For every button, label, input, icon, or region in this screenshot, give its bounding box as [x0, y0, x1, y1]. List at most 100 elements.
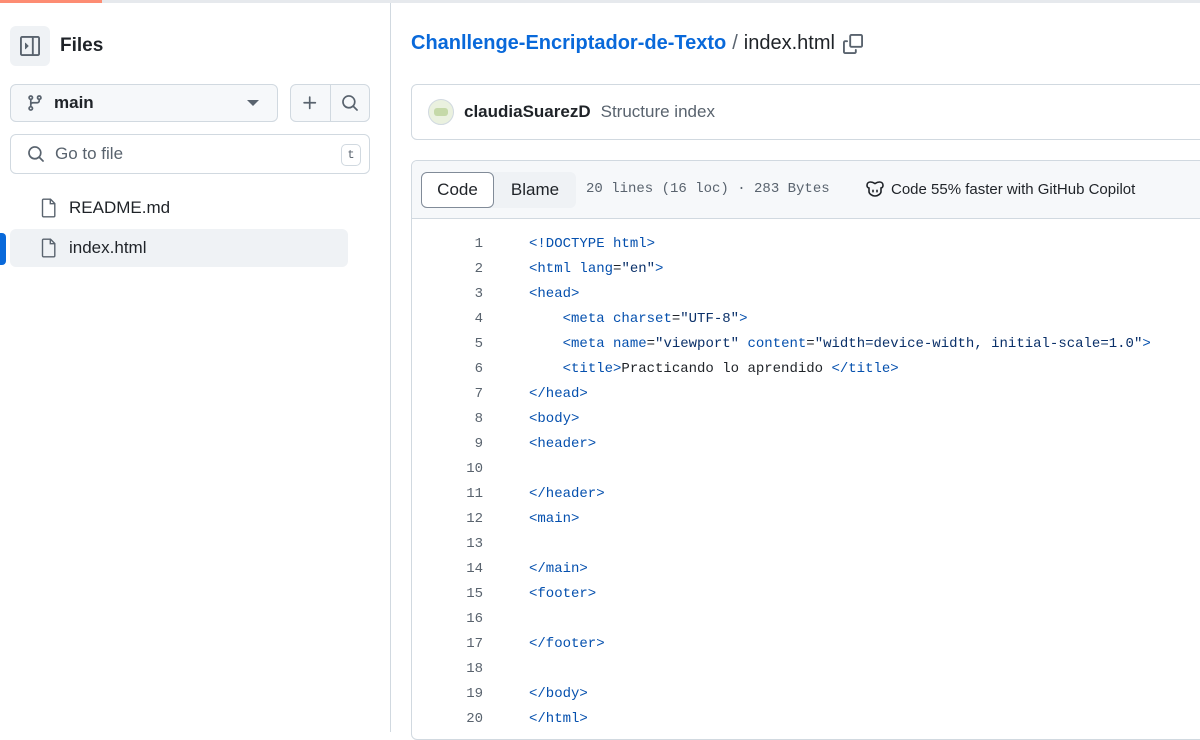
search-icon	[341, 95, 358, 111]
line-number[interactable]: 19	[412, 686, 483, 702]
tree-item-label: README.md	[69, 198, 171, 217]
line-content: <meta name="viewport" content="width=dev…	[562, 335, 1151, 352]
line-number[interactable]: 5	[412, 336, 483, 352]
caret-down-icon	[247, 100, 259, 106]
file-tree-sidebar: Files main t README.md	[0, 3, 391, 732]
line-content: <footer>	[529, 585, 597, 602]
tree-item-index-html[interactable]: index.html	[10, 229, 348, 267]
branch-selector[interactable]: main	[10, 84, 278, 122]
code-line: 12 <main>	[412, 506, 1200, 531]
line-content: </html>	[529, 710, 588, 727]
code-line: 16	[412, 606, 1200, 631]
code-line: 2 <html lang="en">	[412, 256, 1200, 281]
breadcrumb: Chanllenge-Encriptador-de-Texto / index.…	[411, 32, 863, 55]
line-content: <head>	[529, 285, 580, 302]
code-line: 8 <body>	[412, 406, 1200, 431]
line-number[interactable]: 12	[412, 511, 483, 527]
line-content: <title>Practicando lo aprendido </title>	[562, 360, 899, 377]
code-line: 9 <header>	[412, 431, 1200, 456]
line-number[interactable]: 9	[412, 436, 483, 452]
tab-code[interactable]: Code	[421, 172, 494, 208]
avatar[interactable]	[428, 99, 454, 125]
code-line: 10	[412, 456, 1200, 481]
sidebar-collapse-icon	[20, 36, 40, 56]
file-meta: 20 lines (16 loc) · 283 Bytes	[586, 181, 830, 197]
line-content: </header>	[529, 485, 605, 502]
shortcut-hint: t	[341, 144, 361, 166]
code-line: 14 </main>	[412, 556, 1200, 581]
code-line: 11 </header>	[412, 481, 1200, 506]
collapse-sidebar-button[interactable]	[10, 26, 50, 66]
code-line: 4 <meta charset="UTF-8">	[412, 306, 1200, 331]
line-content: <main>	[529, 510, 580, 527]
search-icon	[28, 146, 44, 162]
line-number[interactable]: 17	[412, 636, 483, 652]
breadcrumb-file: index.html	[743, 32, 835, 54]
line-number[interactable]: 18	[412, 661, 483, 677]
plus-icon	[303, 96, 317, 110]
line-content: <header>	[529, 435, 597, 452]
breadcrumb-separator: /	[732, 32, 738, 54]
code-line: 17 </footer>	[412, 631, 1200, 656]
line-number[interactable]: 15	[412, 586, 483, 602]
code-line: 15 <footer>	[412, 581, 1200, 606]
commit-author[interactable]: claudiaSuarezD	[464, 102, 591, 122]
file-viewer: Code Blame 20 lines (16 loc) · 283 Bytes…	[411, 160, 1200, 740]
code-line: 18	[412, 656, 1200, 681]
line-content: </main>	[529, 560, 588, 577]
line-number[interactable]: 20	[412, 711, 483, 727]
code-line: 3 <head>	[412, 281, 1200, 306]
files-title: Files	[60, 35, 104, 56]
copilot-icon	[866, 181, 884, 197]
tree-actions	[290, 84, 370, 122]
code-line: 1 <!DOCTYPE html>	[412, 231, 1200, 256]
line-number[interactable]: 6	[412, 361, 483, 377]
code-line: 5 <meta name="viewport" content="width=d…	[412, 331, 1200, 356]
line-number[interactable]: 14	[412, 561, 483, 577]
file-icon	[41, 198, 56, 218]
tab-blame[interactable]: Blame	[494, 172, 576, 208]
add-file-button[interactable]	[291, 85, 330, 121]
line-number[interactable]: 1	[412, 236, 483, 252]
line-content: <html lang="en">	[529, 260, 664, 277]
go-to-file-field[interactable]: t	[10, 134, 370, 174]
git-branch-icon	[28, 95, 42, 111]
line-content: <meta charset="UTF-8">	[562, 310, 748, 327]
file-header: Code Blame 20 lines (16 loc) · 283 Bytes…	[412, 161, 1200, 219]
view-toggle: Code Blame	[421, 172, 576, 208]
line-content: <body>	[529, 410, 580, 427]
search-code-button[interactable]	[329, 85, 370, 121]
code-view: 1 <!DOCTYPE html> 2 <html lang="en"> 3 <head>…	[412, 231, 1200, 731]
line-number[interactable]: 3	[412, 286, 483, 302]
line-content: <!DOCTYPE html>	[529, 235, 656, 252]
code-line: 6 <title>Practicando lo aprendido </titl…	[412, 356, 1200, 381]
line-number[interactable]: 8	[412, 411, 483, 427]
file-icon	[41, 238, 56, 258]
line-content: </footer>	[529, 635, 605, 652]
copilot-banner[interactable]: Code 55% faster with GitHub Copilot	[865, 180, 1135, 198]
latest-commit: claudiaSuarezD Structure index	[411, 84, 1200, 140]
code-line: 19 </body>	[412, 681, 1200, 706]
copilot-text: Code 55% faster with GitHub Copilot	[891, 180, 1136, 198]
line-content: </head>	[529, 385, 588, 402]
tree-item-label: index.html	[69, 238, 147, 257]
line-number[interactable]: 16	[412, 611, 483, 627]
code-line: 7 </head>	[412, 381, 1200, 406]
code-line: 20 </html>	[412, 706, 1200, 731]
files-header: Files	[10, 26, 103, 66]
line-number[interactable]: 7	[412, 386, 483, 402]
line-number[interactable]: 10	[412, 461, 483, 477]
code-line: 13	[412, 531, 1200, 556]
line-number[interactable]: 11	[412, 486, 483, 502]
active-indicator	[0, 233, 6, 265]
branch-name: main	[54, 93, 94, 112]
line-number[interactable]: 4	[412, 311, 483, 327]
tree-item-readme[interactable]: README.md	[10, 189, 348, 227]
line-content: </body>	[529, 685, 588, 702]
line-number[interactable]: 13	[412, 536, 483, 552]
go-to-file-input[interactable]	[55, 144, 315, 164]
breadcrumb-repo-link[interactable]: Chanllenge-Encriptador-de-Texto	[411, 32, 726, 55]
commit-message[interactable]: Structure index	[601, 102, 715, 122]
line-number[interactable]: 2	[412, 261, 483, 277]
copy-icon[interactable]	[842, 33, 863, 54]
